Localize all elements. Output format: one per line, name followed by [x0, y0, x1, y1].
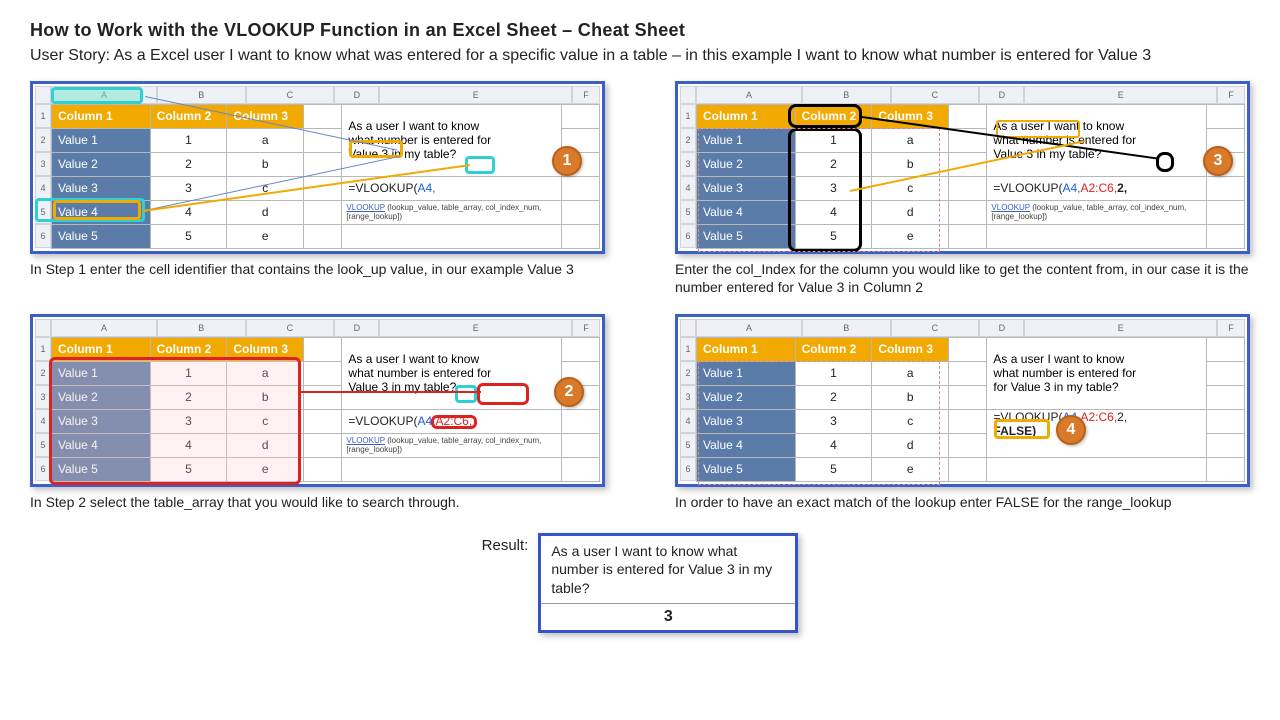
result-answer: 3: [541, 604, 795, 630]
step-badge-4: 4: [1056, 415, 1086, 445]
step-badge-1: 1: [552, 146, 582, 176]
step1-formula: =VLOOKUP(A4,: [342, 176, 561, 200]
step-3-panel: 1 2 3 4 5 6 A B C D E F: [675, 81, 1250, 254]
step-1-panel: 1 2 3 4 5 6 A B C D E F: [30, 81, 605, 254]
step-badge-2: 2: [554, 377, 584, 407]
step-2-panel: 1 2 3 4 5 6 A B C D E F: [30, 314, 605, 487]
page-title: How to Work with the VLOOKUP Function in…: [30, 20, 1250, 41]
result-block: Result: As a user I want to know what nu…: [30, 533, 1250, 633]
step-4: 1 2 3 4 5 6 A B C D E F: [675, 314, 1250, 521]
step2-formula: =VLOOKUP(A4,A2:C6,: [342, 409, 561, 433]
result-label: Result:: [482, 533, 529, 554]
step-2-caption: In Step 2 select the table_array that yo…: [30, 493, 605, 511]
result-box: As a user I want to know what number is …: [538, 533, 798, 633]
step-2: 1 2 3 4 5 6 A B C D E F: [30, 314, 605, 521]
result-question: As a user I want to know what number is …: [541, 536, 795, 604]
step-3-caption: Enter the col_Index for the column you w…: [675, 260, 1250, 296]
step-4-panel: 1 2 3 4 5 6 A B C D E F: [675, 314, 1250, 487]
steps-grid: 1 2 3 4 5 6 A B C D E F: [30, 81, 1250, 633]
step-1-caption: In Step 1 enter the cell identifier that…: [30, 260, 605, 278]
step4-formula: =VLOOKUP(A4,A2:C6,2, FALSE): [987, 409, 1206, 457]
step-badge-3: 3: [1203, 146, 1233, 176]
step-4-caption: In order to have an exact match of the l…: [675, 493, 1250, 511]
user-story-text: User Story: As a Excel user I want to kn…: [30, 45, 1250, 67]
step3-formula: =VLOOKUP(A4,A2:C6,2,: [987, 176, 1206, 200]
step-1: 1 2 3 4 5 6 A B C D E F: [30, 81, 605, 306]
step-3: 1 2 3 4 5 6 A B C D E F: [675, 81, 1250, 306]
